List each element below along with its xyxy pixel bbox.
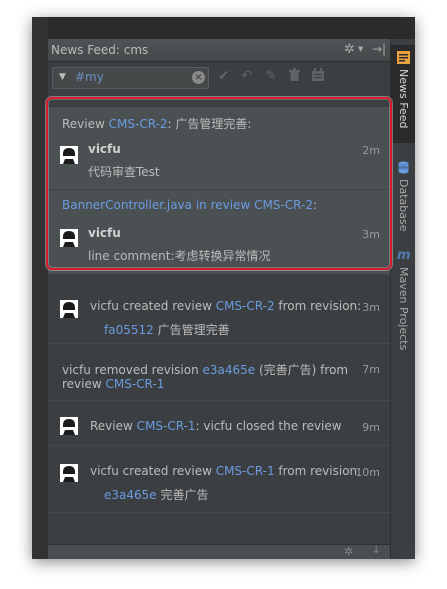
feed-item-header: Review CMS-CR-2: 广告管理完善: [62, 117, 252, 131]
feed-time: 9m [362, 421, 380, 434]
clear-filter-icon[interactable]: × [192, 71, 205, 84]
database-tab-label: Database [397, 179, 410, 232]
feed-time: 10m [355, 466, 380, 479]
review-link[interactable]: CMS-CR-2 [216, 299, 275, 313]
feed-message: line comment:考虑转换异常情况 [88, 249, 271, 263]
avatar [60, 300, 78, 318]
tab-database[interactable]: Database [391, 157, 415, 243]
tab-news-feed[interactable]: News Feed [391, 45, 415, 143]
filter-input[interactable]: ▼ #my × [52, 67, 209, 89]
delete-icon[interactable] [288, 68, 301, 86]
bottom-bar: ✲ ↓ [48, 544, 390, 559]
feed-line-1: vicfu removed revision e3a465e (完善广告) fr… [62, 363, 349, 377]
maven-icon: m [397, 248, 411, 263]
chevron-down-icon[interactable]: ▼ [358, 45, 363, 53]
feed-toolbar: ▼ #my × ✔ ↶ ✎ [48, 62, 390, 92]
feed-item-line-comment[interactable]: BannerController.java in review CMS-CR-2… [48, 190, 390, 275]
feed-item-removed-revision[interactable]: vicfu removed revision e3a465e (完善广告) fr… [48, 344, 390, 401]
feed-message: 代码审查Test [88, 165, 160, 179]
news-feed-icon [397, 51, 410, 64]
avatar [60, 417, 78, 435]
tab-maven-projects[interactable]: m Maven Projects [391, 247, 415, 357]
gear-icon[interactable]: ✲ [344, 545, 353, 558]
filter-dropdown-icon[interactable]: ▼ [59, 72, 66, 82]
review-link[interactable]: CMS-CR-1 [137, 419, 196, 433]
feed-line-2: fa05512 广告管理完善 [104, 323, 230, 337]
revision-link[interactable]: e3a465e [203, 363, 256, 377]
feed-time: 2m [362, 144, 380, 157]
review-link[interactable]: CMS-CR-1 [106, 377, 165, 391]
edit-icon[interactable]: ✎ [265, 68, 277, 84]
panel-title-bar: News Feed: cms ✲ ▼ →| [48, 39, 390, 62]
review-link[interactable]: CMS-CR-1 [216, 464, 275, 478]
revision-link[interactable]: e3a465e [104, 488, 157, 502]
feed-line-1: vicfu created review CMS-CR-1 from revis… [90, 464, 362, 478]
feed-line-2: e3a465e 完善广告 [104, 488, 209, 502]
feed-item-closed-review[interactable]: Review CMS-CR-1: vicfu closed the review… [48, 401, 390, 446]
feed-time: 7m [362, 363, 380, 376]
revision-link[interactable]: fa05512 [104, 323, 154, 337]
feed-time: 3m [362, 301, 380, 314]
feed-item-created-review[interactable]: vicfu created review CMS-CR-1 from revis… [48, 446, 390, 513]
feed-line-2: review CMS-CR-1 [62, 377, 165, 391]
news-feed-list: Review CMS-CR-2: 广告管理完善: vicfu 2m 代码审查Te… [48, 93, 390, 548]
feed-item-created-review[interactable]: vicfu created review CMS-CR-2 from revis… [48, 286, 390, 344]
right-tool-strip: News Feed Database m Maven Projects [390, 39, 415, 559]
avatar [60, 464, 78, 482]
ide-window: News Feed: cms ✲ ▼ →| ▼ #my × ✔ ↶ ✎ Revi… [32, 17, 415, 559]
maven-tab-label: Maven Projects [397, 267, 410, 351]
feed-line-1: vicfu created review CMS-CR-2 from revis… [90, 299, 362, 313]
reply-icon[interactable]: ↶ [241, 68, 253, 84]
database-icon [398, 161, 409, 174]
avatar [60, 229, 78, 247]
news-feed-tab-label: News Feed [397, 69, 410, 129]
hide-panel-icon[interactable]: ↓ [372, 545, 380, 556]
check-icon[interactable]: ✔ [218, 68, 230, 84]
avatar [60, 146, 78, 164]
review-link[interactable]: CMS-CR-2 [254, 198, 313, 212]
panel-title: News Feed: cms [51, 43, 149, 57]
filter-value[interactable]: #my [75, 70, 104, 84]
left-gutter [32, 17, 48, 559]
review-link[interactable]: CMS-CR-2 [109, 117, 168, 131]
feed-line-1: Review CMS-CR-1: vicfu closed the review [90, 419, 342, 433]
feed-item-review-comment[interactable]: Review CMS-CR-2: 广告管理完善: vicfu 2m 代码审查Te… [48, 107, 390, 190]
gear-icon[interactable]: ✲ [344, 42, 355, 57]
feed-user: vicfu [88, 142, 121, 156]
hide-panel-icon[interactable]: →| [372, 42, 386, 56]
feed-user: vicfu [88, 226, 121, 240]
file-link[interactable]: BannerController.java [62, 198, 192, 212]
feed-time: 3m [362, 228, 380, 241]
calendar-icon[interactable] [311, 68, 325, 86]
feed-item-header: BannerController.java in review CMS-CR-2… [62, 198, 317, 212]
